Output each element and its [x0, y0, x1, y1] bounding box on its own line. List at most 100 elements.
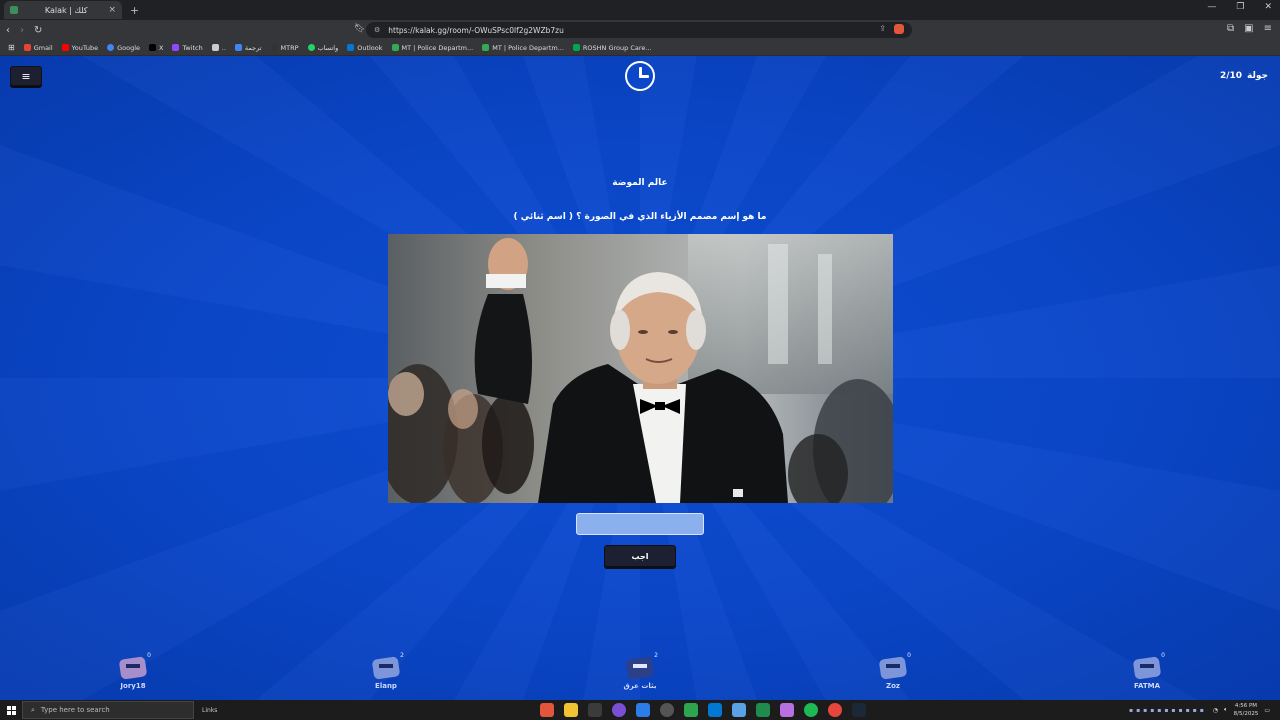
site-info-icon[interactable]: ⚙ [374, 26, 380, 34]
outlook-icon [347, 44, 355, 51]
notifications-icon[interactable]: ▭ [1264, 707, 1270, 714]
twitch-icon [172, 44, 180, 51]
clock-date: 8/5/2025 [1233, 711, 1259, 717]
sheets-app-icon[interactable] [684, 703, 698, 717]
avatar [1132, 654, 1162, 680]
menu-button[interactable]: ≡ [10, 66, 42, 86]
bookmark-item[interactable]: MTRP [270, 44, 299, 52]
reload-icon[interactable]: ↻ [34, 25, 42, 36]
app-icon[interactable] [660, 703, 674, 717]
bookmark-item[interactable]: ROSHN Group Care... [572, 44, 652, 52]
links-toolbar[interactable]: Links [202, 707, 217, 714]
bookmark-item[interactable]: Twitch [172, 44, 203, 52]
system-tray: ▪▪▪▪▪▪▪▪▪▪▪ ◔ 🔈︎ 4:56 PM 8/5/2025 ▭ [1129, 702, 1270, 718]
calendar-icon[interactable] [636, 703, 650, 717]
brave-shield-icon[interactable] [894, 24, 904, 34]
google-icon [107, 44, 115, 51]
forward-icon[interactable]: › [20, 25, 24, 36]
taskbar-clock[interactable]: 4:56 PM 8/5/2025 [1234, 702, 1259, 718]
chrome-icon[interactable] [828, 703, 842, 717]
bookmark-icon[interactable]: 🔖︎ [354, 24, 365, 34]
app-icon[interactable] [780, 703, 794, 717]
player-name: FATMA [1133, 682, 1160, 690]
player-score: 0 [907, 652, 911, 659]
player-name: Elanp [375, 682, 397, 690]
clock-time: 4:56 PM [1234, 703, 1258, 709]
player-card: 0 FATMA [1117, 652, 1177, 690]
close-window-icon[interactable]: ✕ [1264, 2, 1272, 12]
hamburger-icon: ≡ [21, 69, 31, 83]
sheets-icon [391, 44, 399, 51]
player-card: 2 Elanp [356, 652, 416, 690]
bookmark-item[interactable]: MT | Police Departm... [482, 44, 564, 52]
bookmark-item[interactable]: X [149, 44, 163, 52]
bookmark-item[interactable]: MT | Police Departm... [391, 44, 473, 52]
sidebar-icon[interactable]: ▣ [1244, 23, 1253, 34]
player-name: Jory18 [120, 682, 146, 690]
apps-grid-icon[interactable]: ⊞ [8, 43, 15, 52]
players-bar: 0 Jory18 2 Elanp 2 بثات عرق 0 Zoz 0 FATM… [0, 652, 1280, 694]
tab-title: Kalak | كلك [44, 5, 88, 15]
bookmarks-bar: ⊞ Gmail YouTube Google X Twitch .. ترجمة… [0, 40, 1280, 56]
spotify-icon[interactable] [804, 703, 818, 717]
mtrp-icon [270, 44, 278, 51]
browser-tab[interactable]: Kalak | كلك × [4, 1, 122, 19]
start-button[interactable] [0, 700, 22, 720]
timer-icon [625, 61, 655, 91]
x-icon [149, 44, 157, 51]
player-card: 2 بثات عرق [610, 652, 670, 690]
player-score: 0 [1161, 652, 1165, 659]
bookmark-item[interactable]: Gmail [23, 44, 53, 52]
share-icon[interactable]: ⇪ [879, 24, 886, 34]
bookmark-item[interactable]: ترجمة [234, 44, 262, 52]
new-tab-icon[interactable]: + [130, 4, 139, 17]
browser-app-icon[interactable] [612, 703, 626, 717]
tab-close-icon[interactable]: × [108, 5, 116, 15]
player-score: 0 [147, 652, 151, 659]
steam-icon[interactable] [852, 703, 866, 717]
window-controls: — ❐ ✕ [1207, 2, 1272, 12]
answer-button[interactable]: اجب [604, 545, 676, 567]
bookmark-item[interactable]: Outlook [347, 44, 383, 52]
file-explorer-icon[interactable] [564, 703, 578, 717]
back-icon[interactable]: ‹ [6, 25, 10, 36]
player-card: 0 Jory18 [103, 652, 163, 690]
round-value: 2/10 [1219, 71, 1243, 81]
whatsapp-icon [307, 44, 315, 51]
round-indicator: جولة 2/10 [1220, 71, 1268, 81]
brave-icon[interactable] [540, 703, 554, 717]
excel-icon[interactable] [756, 703, 770, 717]
bookmark-item[interactable]: واتساب [307, 44, 338, 52]
restore-icon[interactable]: ❐ [1236, 2, 1244, 12]
player-score: 2 [400, 652, 404, 659]
player-name: بثات عرق [623, 682, 657, 690]
avatar [118, 654, 148, 680]
gmail-icon [23, 44, 31, 51]
sheets-icon [482, 44, 490, 51]
bookmark-item[interactable]: YouTube [61, 44, 98, 52]
player-card: 0 Zoz [863, 652, 923, 690]
volume-icon[interactable]: 🔈︎ [1224, 706, 1228, 714]
extensions-icon[interactable]: ⧉ [1227, 23, 1234, 34]
notes-icon[interactable] [732, 703, 746, 717]
outlook-app-icon[interactable] [708, 703, 722, 717]
answer-input[interactable] [576, 513, 704, 535]
browser-menu-icon[interactable]: ≡ [1264, 23, 1272, 34]
question-text: ما هو إسم مصمم الأزياء الذي في الصورة ؟ … [513, 212, 767, 222]
taskbar-search[interactable]: ⌕ Type here to search [22, 701, 194, 719]
bookmark-item[interactable]: Google [107, 44, 140, 52]
kalak-favicon-icon [10, 6, 18, 14]
address-bar[interactable]: ⚙ https://kalak.gg/room/-OWuSPsc0lf2g2WZ… [366, 22, 912, 38]
bookmark-item[interactable]: .. [211, 44, 226, 52]
browser-tab-bar: Kalak | كلك × + — ❐ ✕ [0, 0, 1280, 20]
avatar [371, 654, 401, 680]
wifi-icon[interactable]: ◔ [1213, 707, 1218, 714]
tray-icons[interactable]: ▪▪▪▪▪▪▪▪▪▪▪ [1129, 707, 1207, 714]
search-placeholder: Type here to search [40, 706, 110, 714]
round-label: جولة [1247, 71, 1268, 81]
terminal-icon[interactable] [588, 703, 602, 717]
browser-toolbar: ‹ › ↻ 🔖︎ ⚙ https://kalak.gg/room/-OWuSPs… [0, 20, 1280, 40]
player-score: 2 [654, 652, 658, 659]
minimize-icon[interactable]: — [1207, 2, 1216, 12]
search-icon: ⌕ [31, 705, 35, 714]
